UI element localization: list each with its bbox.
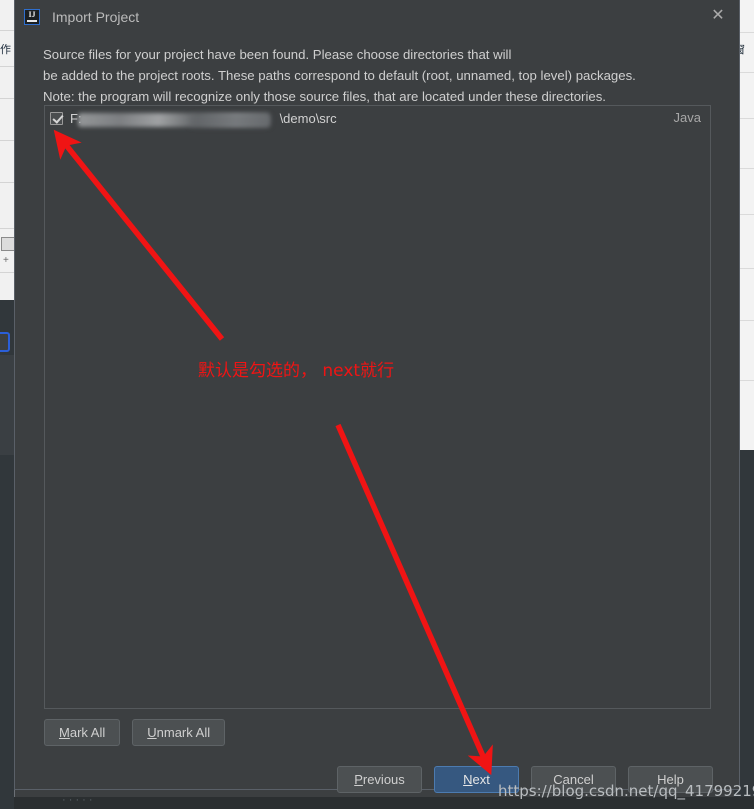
unmark-all-button[interactable]: Unmark All <box>132 719 226 746</box>
next-label: ext <box>472 772 490 787</box>
import-project-dialog: IJ Import Project ✕ Source files for you… <box>14 0 740 793</box>
description-line-3: Note: the program will recognize only th… <box>43 89 606 104</box>
annotation-note-text: 默认是勾选的， next就行 <box>198 361 395 381</box>
background-left-divider <box>0 66 15 67</box>
mark-buttons-group: Mark All Unmark All <box>44 719 226 746</box>
unmark-all-mnemonic: U <box>147 725 157 740</box>
intellij-idea-icon: IJ <box>24 8 40 25</box>
close-icon[interactable]: ✕ <box>703 3 733 29</box>
previous-label: revious <box>362 772 405 787</box>
watermark-url: https://blog.csdn.net/qq_41799219 <box>498 782 754 800</box>
background-left-window-icon <box>1 237 15 251</box>
intellij-idea-icon-glyph: IJ <box>28 9 36 19</box>
background-left-strip-segment <box>0 355 14 455</box>
mark-all-button[interactable]: Mark All <box>44 719 121 746</box>
redacted-path-blur-secondary <box>190 113 270 127</box>
dialog-title: Import Project <box>52 8 140 25</box>
background-left-divider <box>0 140 15 141</box>
source-directory-language: Java <box>673 110 701 125</box>
source-directory-path: F: \demo\src <box>70 111 337 127</box>
previous-mnemonic: P <box>354 772 363 787</box>
background-left-highlight-icon <box>0 332 10 352</box>
background-left-divider <box>0 98 15 99</box>
next-mnemonic: N <box>463 772 473 787</box>
background-left-divider <box>0 30 15 31</box>
background-left-divider <box>0 182 15 183</box>
mark-all-label: ark All <box>69 725 106 740</box>
list-item[interactable]: F: \demo\src Java <box>45 106 710 130</box>
dialog-titlebar: IJ Import Project ✕ <box>15 0 739 33</box>
previous-button[interactable]: Previous <box>337 766 422 793</box>
unmark-all-label: nmark All <box>156 725 211 740</box>
background-left-divider <box>0 272 15 273</box>
background-left-plus-icon: + <box>3 255 9 266</box>
description-line-2: be added to the project roots. These pat… <box>43 68 636 83</box>
background-left-divider <box>0 228 15 229</box>
source-directory-checkbox[interactable] <box>50 111 63 125</box>
background-left-label: 作 <box>0 44 11 56</box>
source-directories-list[interactable]: F: \demo\src Java <box>44 105 711 709</box>
dialog-description: Source files for your project have been … <box>43 44 703 107</box>
description-line-1: Source files for your project have been … <box>43 47 512 62</box>
background-bottom-text: · · · · · <box>62 797 93 806</box>
intellij-idea-icon-bar <box>27 19 37 22</box>
mark-all-mnemonic: M <box>59 725 70 740</box>
